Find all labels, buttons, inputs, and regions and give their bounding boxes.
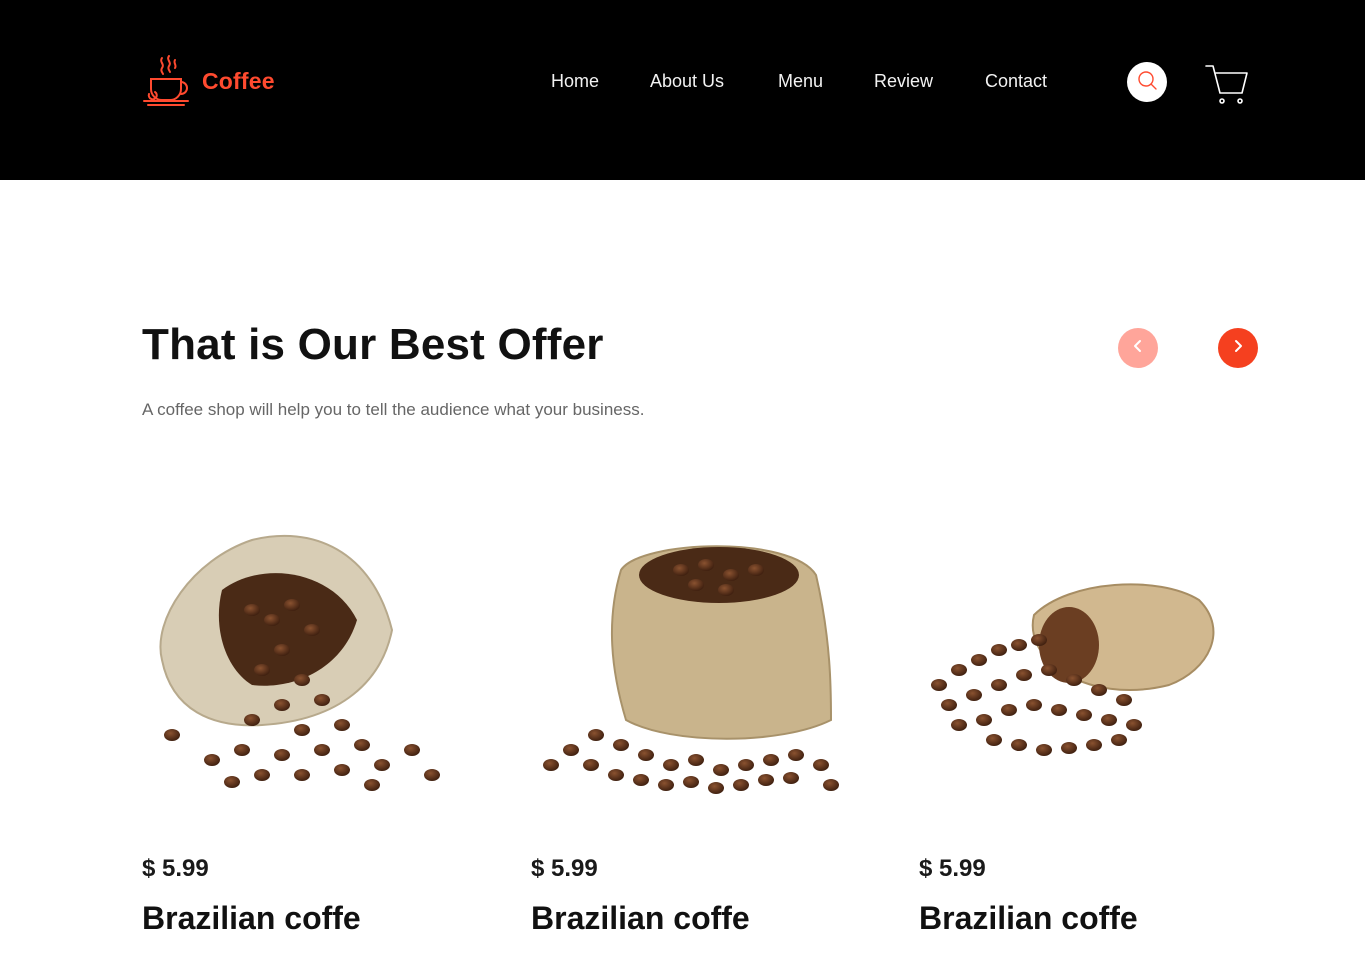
nav-home[interactable]: Home xyxy=(551,71,599,92)
coffee-sack-spilled-image xyxy=(919,520,1239,810)
product-name: Brazilian coffe xyxy=(531,900,750,936)
product-price: $ 5.99 xyxy=(919,855,986,882)
search-icon xyxy=(1136,69,1158,96)
nav-menu[interactable]: Menu xyxy=(778,71,823,92)
nav-about-us[interactable]: About Us xyxy=(650,71,724,92)
product-price: $ 5.99 xyxy=(142,855,209,882)
product-card[interactable]: $ 5.99 Brazilian coffe xyxy=(531,510,861,950)
coffee-sack-tipped-image xyxy=(142,520,462,810)
section-subtitle: A coffee shop will help you to tell the … xyxy=(142,400,645,419)
nav-contact[interactable]: Contact xyxy=(985,71,1047,92)
product-card[interactable]: $ 5.99 Brazilian coffe xyxy=(919,510,1249,950)
prev-button[interactable] xyxy=(1118,328,1158,368)
next-button[interactable] xyxy=(1218,328,1258,368)
chevron-left-icon xyxy=(1131,339,1145,358)
chevron-right-icon xyxy=(1231,339,1245,358)
product-price: $ 5.99 xyxy=(531,855,598,882)
site-header: Coffee Home About Us Menu Review Contact xyxy=(0,0,1365,180)
product-name: Brazilian coffe xyxy=(142,900,361,936)
product-name: Brazilian coffe xyxy=(919,900,1138,936)
coffee-cup-icon xyxy=(142,55,192,107)
brand-logo[interactable]: Coffee xyxy=(142,55,275,107)
search-button[interactable] xyxy=(1127,62,1167,102)
product-card[interactable]: $ 5.99 Brazilian coffe xyxy=(142,510,472,950)
coffee-sack-upright-image xyxy=(531,520,851,810)
nav-review[interactable]: Review xyxy=(874,71,933,92)
cart-button[interactable] xyxy=(1204,63,1250,107)
cart-icon xyxy=(1204,65,1250,111)
section-title: That is Our Best Offer xyxy=(142,320,604,369)
brand-name: Coffee xyxy=(202,67,275,94)
